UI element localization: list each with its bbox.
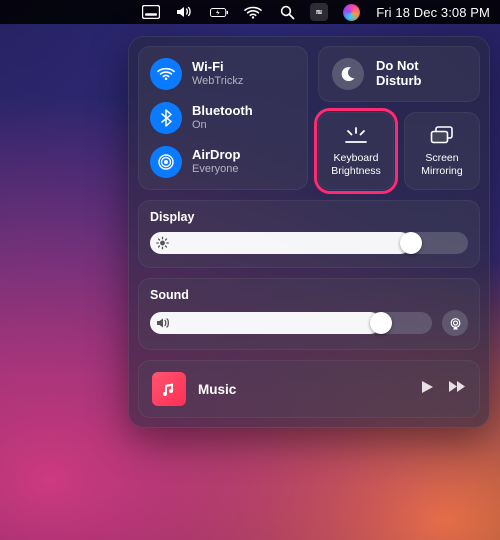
moon-icon xyxy=(332,58,364,90)
do-not-disturb-tile[interactable]: Do Not Disturb xyxy=(318,46,480,102)
wifi-subtitle: WebTrickz xyxy=(192,75,243,88)
sound-slider-knob[interactable] xyxy=(370,312,392,334)
keyboard-brightness-tile[interactable]: Keyboard Brightness xyxy=(318,112,394,190)
menubar: Fri 18 Dec 3:08 PM xyxy=(0,0,500,24)
brightness-icon xyxy=(156,237,169,250)
control-center-icon[interactable] xyxy=(310,3,328,21)
next-track-button[interactable] xyxy=(448,380,466,398)
wifi-icon[interactable] xyxy=(244,3,262,21)
bluetooth-subtitle: On xyxy=(192,119,253,132)
airdrop-toggle[interactable]: AirDrop Everyone xyxy=(150,142,296,182)
display-slider-fill xyxy=(150,232,411,254)
screen-mirroring-icon xyxy=(430,124,454,146)
airdrop-icon xyxy=(150,146,182,178)
bluetooth-title: Bluetooth xyxy=(192,104,253,119)
display-slider-knob[interactable] xyxy=(400,232,422,254)
dnd-label: Do Not Disturb xyxy=(376,59,422,89)
spotlight-icon[interactable] xyxy=(278,3,296,21)
wifi-toggle[interactable]: Wi-Fi WebTrickz xyxy=(150,54,296,94)
sound-icon xyxy=(156,317,170,329)
keyboard-brightness-label: Keyboard Brightness xyxy=(331,152,381,177)
display-slider[interactable] xyxy=(150,232,468,254)
dock-preferences-icon[interactable] xyxy=(142,3,160,21)
airdrop-subtitle: Everyone xyxy=(192,163,240,176)
display-title: Display xyxy=(150,210,468,224)
play-icon xyxy=(421,380,434,394)
screen-mirroring-label: Screen Mirroring xyxy=(421,152,462,177)
battery-charging-icon[interactable] xyxy=(210,3,228,21)
bluetooth-icon xyxy=(150,102,182,134)
wifi-icon xyxy=(150,58,182,90)
display-section: Display xyxy=(138,200,480,268)
volume-icon[interactable] xyxy=(176,3,194,21)
music-app-icon xyxy=(152,372,186,406)
airplay-audio-icon xyxy=(448,316,463,331)
sound-section: Sound xyxy=(138,278,480,350)
screen-mirroring-tile[interactable]: Screen Mirroring xyxy=(404,112,480,190)
keyboard-brightness-icon xyxy=(342,124,370,146)
music-tile[interactable]: Music xyxy=(138,360,480,418)
bluetooth-toggle[interactable]: Bluetooth On xyxy=(150,98,296,138)
siri-icon[interactable] xyxy=(342,3,360,21)
sound-slider[interactable] xyxy=(150,312,432,334)
play-button[interactable] xyxy=(421,380,434,399)
wifi-title: Wi-Fi xyxy=(192,60,243,75)
music-title: Music xyxy=(198,382,409,397)
menubar-datetime[interactable]: Fri 18 Dec 3:08 PM xyxy=(376,5,490,20)
connectivity-tile: Wi-Fi WebTrickz Bluetooth On AirDrop xyxy=(138,46,308,190)
sound-title: Sound xyxy=(150,288,468,302)
control-center-panel: Wi-Fi WebTrickz Bluetooth On AirDrop xyxy=(128,36,490,428)
fast-forward-icon xyxy=(448,380,466,393)
sound-slider-fill xyxy=(150,312,381,334)
airdrop-title: AirDrop xyxy=(192,148,240,163)
airplay-audio-button[interactable] xyxy=(442,310,468,336)
